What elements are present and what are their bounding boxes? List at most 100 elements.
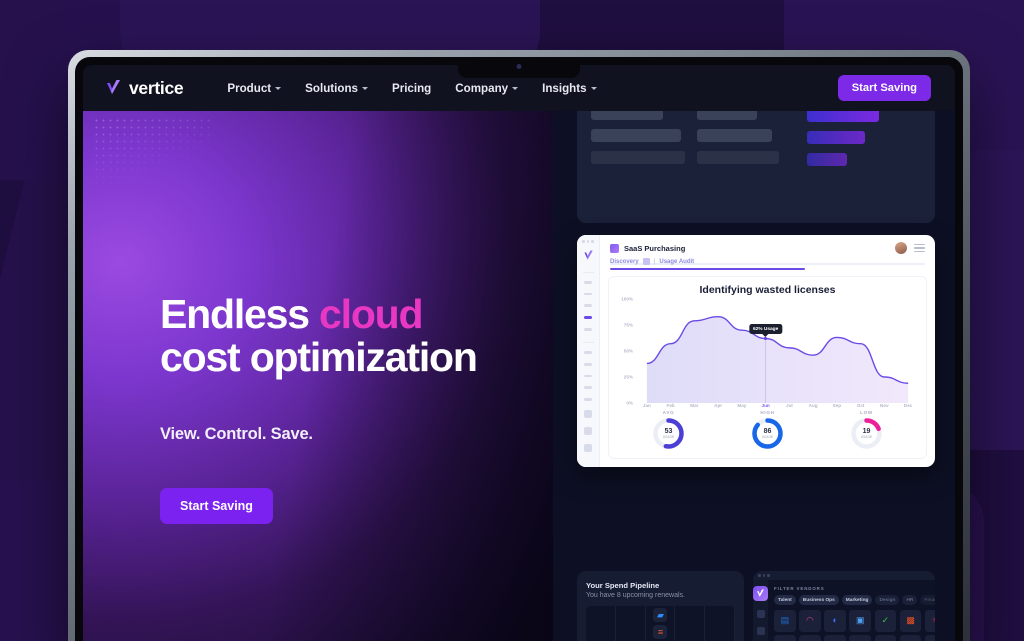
breadcrumb-icon bbox=[642, 258, 650, 265]
chart-title: Identifying wasted licenses bbox=[699, 284, 836, 296]
chevron-down-icon bbox=[512, 87, 519, 90]
slack-icon[interactable]: ✳ bbox=[924, 610, 935, 632]
nav-item-product[interactable]: Product bbox=[227, 81, 282, 95]
headline-accent: cloud bbox=[319, 291, 424, 337]
filter-chips: TalentBusiness OpsMarketingDesignHRFinan… bbox=[774, 595, 935, 605]
box-icon[interactable]: ▣ bbox=[849, 610, 872, 632]
pipeline-month-column: ◭✦FEB bbox=[616, 606, 646, 641]
breadcrumb-first[interactable]: Discovery bbox=[610, 259, 639, 265]
sidebar-item-team[interactable] bbox=[584, 374, 592, 378]
page-root: vertice Product Solutions Pricing Company In… bbox=[0, 0, 1024, 641]
check-logo-icon bbox=[583, 249, 594, 261]
filter-chip-design[interactable]: Design bbox=[875, 595, 900, 605]
sidebar-item-help[interactable] bbox=[584, 410, 592, 418]
sidebar-item-users[interactable] bbox=[584, 362, 592, 366]
nav-item-pricing[interactable]: Pricing bbox=[392, 82, 431, 95]
microsoft-icon[interactable]: ▩ bbox=[899, 610, 922, 632]
menu-icon[interactable] bbox=[914, 244, 925, 252]
pipeline-month-column: ▽◉APR bbox=[675, 606, 705, 641]
laptop-notch bbox=[458, 57, 580, 78]
trello-icon[interactable]: ▤ bbox=[774, 610, 796, 632]
loom-icon[interactable]: ◐ bbox=[824, 610, 846, 632]
sidebar-item-cloud[interactable] bbox=[584, 351, 592, 354]
headline-part-1: Endless bbox=[160, 291, 320, 337]
gauge-value: 53 bbox=[664, 427, 673, 435]
sidebar-item-settings[interactable] bbox=[756, 627, 765, 635]
sidebar-item-dashboard[interactable] bbox=[584, 280, 592, 284]
chart-panel: Identifying wasted licenses 100% 75% 50% 25… bbox=[608, 276, 927, 459]
headline-part-2: cost optimization bbox=[160, 333, 478, 380]
chart-area: 100% 75% 50% 25% 0% 62% Usage bbox=[615, 296, 920, 406]
sidebar-item-trends[interactable] bbox=[584, 398, 592, 401]
filter-chip-hr[interactable]: HR bbox=[902, 595, 918, 605]
vendor-grid: ▤◠◐▣✓▩✳◓◤◆⁂◖G◎▰◍✚▲▥●◈▦✷N◭◓☁Z bbox=[774, 610, 935, 641]
pipeline-month-column: ✖▩MAY bbox=[705, 606, 735, 641]
spend-pipeline-subtitle: You have 8 upcoming renewals. bbox=[586, 592, 685, 599]
gauge-value: 86 bbox=[763, 427, 772, 435]
avatar[interactable] bbox=[895, 242, 907, 254]
pipeline-month-column: ◓🐵JAN bbox=[586, 606, 616, 641]
check-logo-icon bbox=[105, 79, 122, 98]
sidebar-item-settings[interactable] bbox=[584, 427, 592, 435]
vendor-sidebar bbox=[753, 580, 768, 641]
nav-links: Product Solutions Pricing Company Insights bbox=[227, 81, 597, 95]
github-icon[interactable]: ◖ bbox=[874, 635, 897, 641]
vendor-main: FILTER VENDORS Talent Business Ops Marketi… bbox=[768, 580, 935, 641]
nav-item-company[interactable]: Company bbox=[455, 81, 519, 95]
pipeline-month-column: ▰≡⚙❇MAR bbox=[646, 606, 676, 641]
sidebar-item-calendar[interactable] bbox=[584, 327, 592, 331]
window-controls[interactable] bbox=[753, 571, 935, 580]
chart-svg bbox=[635, 299, 920, 403]
skeleton-column bbox=[591, 111, 687, 209]
laptop-lid: vertice Product Solutions Pricing Company In… bbox=[68, 50, 970, 641]
pipedrive-icon[interactable]: ◠ bbox=[799, 610, 821, 632]
sidebar-item-reports[interactable] bbox=[584, 292, 592, 296]
breadcrumb-second[interactable]: Usage Audit bbox=[659, 259, 694, 265]
nav-item-solutions[interactable]: Solutions bbox=[305, 82, 368, 95]
window-controls[interactable] bbox=[582, 240, 594, 243]
laptop-bezel: vertice Product Solutions Pricing Company In… bbox=[75, 57, 963, 641]
skeleton-card bbox=[577, 111, 935, 223]
chevron-down-icon bbox=[361, 87, 368, 90]
stripe-icon[interactable]: ≡ bbox=[653, 625, 668, 639]
filter-chip-business-ops[interactable]: Business Ops bbox=[798, 595, 839, 605]
progress-track bbox=[610, 263, 925, 265]
nav-item-label: Product bbox=[227, 81, 272, 95]
wrike-icon[interactable]: ✓ bbox=[874, 610, 897, 632]
sidebar-item-dashboard[interactable] bbox=[756, 610, 765, 618]
logout-icon[interactable] bbox=[584, 444, 592, 452]
filter-chip-talent[interactable]: Talent bbox=[774, 595, 796, 605]
hero-section: Endless cloud cost optimization View. Co… bbox=[83, 111, 955, 641]
nav-item-label: Company bbox=[455, 81, 509, 95]
zoom-icon[interactable]: ▰ bbox=[653, 608, 668, 622]
nav-item-label: Insights bbox=[542, 81, 587, 95]
asana-icon[interactable]: ⁂ bbox=[849, 635, 872, 641]
sidebar-item-vendors[interactable] bbox=[584, 304, 592, 308]
brand-name: vertice bbox=[129, 77, 184, 98]
gauge-label: AVG bbox=[662, 410, 675, 415]
figma-icon[interactable]: ◓ bbox=[774, 635, 796, 641]
google-ads-icon[interactable]: ◤ bbox=[799, 635, 821, 641]
filter-chip-finance[interactable]: Finance bbox=[920, 595, 935, 605]
y-tick-label: 100% bbox=[621, 296, 633, 302]
google-icon[interactable]: G bbox=[899, 635, 922, 641]
brand-logo[interactable]: vertice bbox=[105, 77, 184, 99]
sidebar-item-purchasing[interactable] bbox=[584, 316, 592, 319]
laptop-mockup: vertice Product Solutions Pricing Company In… bbox=[68, 50, 970, 641]
y-tick-label: 50% bbox=[623, 348, 633, 354]
nav-start-saving-button[interactable]: Start Saving bbox=[837, 75, 931, 101]
filter-chip-marketing[interactable]: Marketing bbox=[841, 595, 873, 605]
gauge-label: HIGH bbox=[760, 410, 775, 415]
hero-start-saving-button[interactable]: Start Saving bbox=[160, 488, 273, 525]
laptop-screen: vertice Product Solutions Pricing Company In… bbox=[83, 65, 955, 641]
chart-highlight-point bbox=[764, 337, 768, 341]
hero-subhead: View. Control. Save. bbox=[160, 425, 313, 444]
invision-icon[interactable]: ◎ bbox=[924, 635, 935, 641]
sketch-icon[interactable]: ◆ bbox=[824, 635, 846, 641]
dashboard-main: SaaS Purchasing Discovery | Usage Audit … bbox=[600, 235, 935, 467]
gauge-label: LOW bbox=[860, 410, 873, 415]
gauge-sublabel: USAGE bbox=[860, 435, 873, 440]
gauge-row: AVG 53 USAGE HIGH 86 USAGE LOW 19 USAGE bbox=[615, 408, 920, 454]
nav-item-insights[interactable]: Insights bbox=[542, 81, 597, 95]
sidebar-item-apps[interactable] bbox=[584, 386, 592, 390]
